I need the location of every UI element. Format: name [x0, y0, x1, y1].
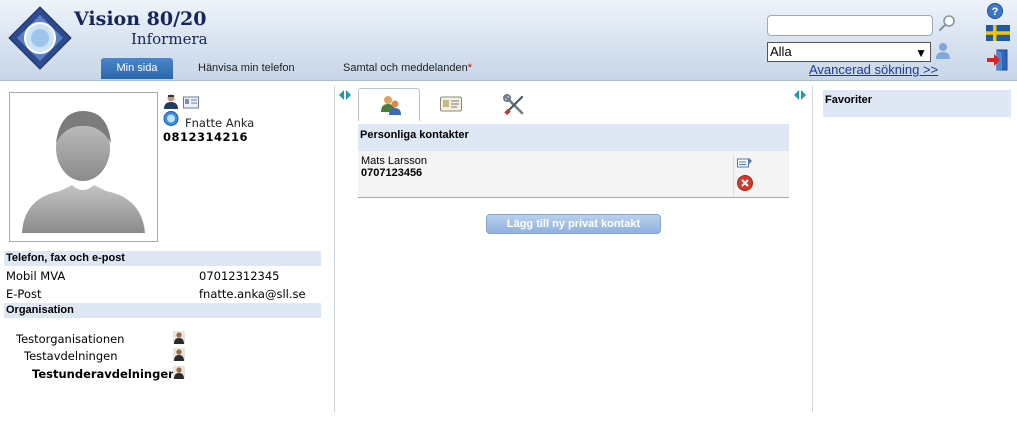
unread-marker: *: [467, 62, 473, 74]
add-private-contact-button[interactable]: Lägg till ny privat kontakt: [486, 214, 661, 234]
profile-phone: 0812314216: [163, 130, 249, 144]
search-input[interactable]: [767, 15, 933, 36]
tab-label: Min sida: [116, 62, 158, 74]
vision-logo-icon: [8, 6, 72, 70]
chevron-down-icon: ▼: [915, 46, 927, 60]
favorites-header: Favoriter: [823, 90, 1011, 117]
avatar-placeholder-icon: [22, 111, 145, 233]
edit-contact-icon[interactable]: [737, 156, 753, 170]
svg-text:?: ?: [992, 6, 999, 18]
contact-name: Mats Larsson: [361, 155, 428, 167]
tab-min-sida[interactable]: Min sida: [101, 58, 173, 79]
org-person-icon[interactable]: [173, 331, 185, 344]
delete-contact-icon[interactable]: [737, 175, 753, 191]
row-separator: [733, 154, 734, 196]
org-item-level-3[interactable]: Testunderavdelningen: [32, 367, 176, 381]
contact-label-mobile: Mobil MVA: [6, 269, 66, 283]
search-scope-value: Alla: [770, 44, 792, 59]
contacts-group-icon[interactable]: [380, 95, 402, 115]
personal-contacts-header: Personliga kontakter: [358, 124, 789, 151]
profile-photo: [9, 92, 158, 242]
search-scope-select[interactable]: Alla ▼: [767, 42, 931, 62]
list-item[interactable]: Mats Larsson 0707123456: [358, 151, 789, 198]
tab-samtal-och-meddelanden[interactable]: Samtal och meddelanden*: [343, 58, 472, 79]
collapse-left-arrow-icon[interactable]: [338, 89, 352, 101]
help-icon[interactable]: ?: [987, 3, 1003, 19]
column-divider: [334, 86, 335, 412]
column-divider: [812, 86, 813, 412]
app-subtitle: Informera: [131, 30, 208, 48]
id-card-icon[interactable]: [440, 95, 462, 113]
tools-icon[interactable]: [503, 94, 525, 116]
business-card-icon[interactable]: [183, 95, 199, 110]
search-icon[interactable]: [938, 14, 956, 32]
profile-name: Fnatte Anka: [185, 116, 255, 130]
app-title: Vision 80/20: [74, 8, 207, 30]
presence-status-icon: [163, 111, 179, 126]
contact-value-email[interactable]: fnatte.anka@sll.se: [199, 287, 306, 301]
app-header: Vision 80/20 Informera Min sida Hänvisa …: [0, 0, 1017, 81]
org-person-icon[interactable]: [173, 366, 185, 379]
person-card-icon[interactable]: [163, 94, 179, 109]
logout-icon[interactable]: [986, 48, 1010, 72]
contact-phone: 0707123456: [361, 167, 423, 179]
org-item-level-1[interactable]: Testorganisationen: [16, 332, 124, 346]
tab-label: Hänvisa min telefon: [198, 62, 295, 74]
swedish-flag-icon[interactable]: [986, 25, 1010, 41]
tab-label: Samtal och meddelanden: [343, 62, 468, 74]
collapse-right-arrow-icon[interactable]: [793, 89, 807, 101]
person-search-icon[interactable]: [935, 42, 951, 60]
contact-value-mobile: 07012312345: [199, 269, 280, 283]
contact-label-email: E-Post: [6, 287, 42, 301]
section-header-organisation: Organisation: [4, 303, 321, 318]
tab-hanvisa-min-telefon[interactable]: Hänvisa min telefon: [198, 58, 295, 79]
org-item-level-2[interactable]: Testavdelningen: [24, 349, 118, 363]
section-header-contact: Telefon, fax och e-post: [4, 251, 321, 266]
org-person-icon[interactable]: [173, 348, 185, 361]
advanced-search-link[interactable]: Avancerad sökning >>: [809, 62, 938, 77]
